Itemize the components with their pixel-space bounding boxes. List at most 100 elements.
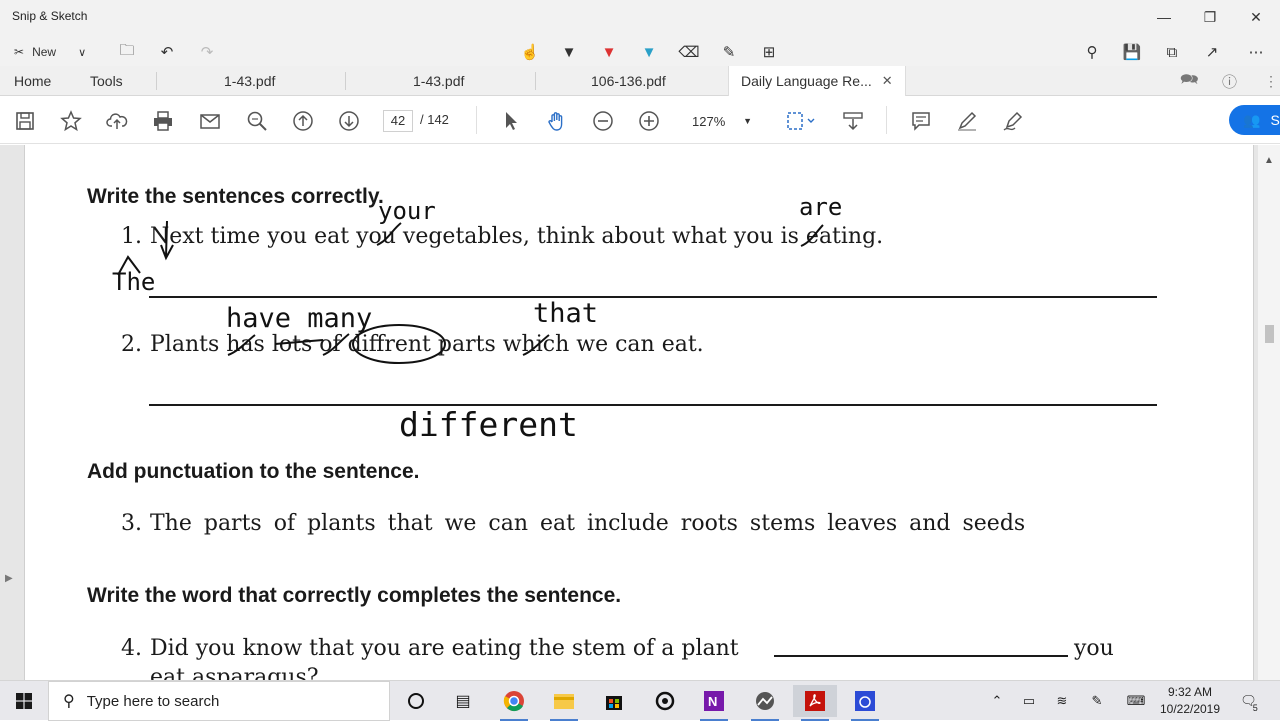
vertical-scrollbar[interactable]: ▲: [1258, 145, 1280, 680]
touch-writing-icon[interactable]: ☝: [517, 40, 543, 64]
expand-panel-icon[interactable]: ▶: [5, 573, 13, 584]
highlight-pen-icon[interactable]: [954, 108, 980, 134]
search-icon[interactable]: [244, 108, 270, 134]
scroll-mode-icon[interactable]: [840, 108, 866, 134]
tab-doc-4-label: Daily Language Re...: [741, 73, 872, 89]
device-icon[interactable]: ▭: [1017, 681, 1041, 721]
search-placeholder: Type here to search: [86, 692, 220, 710]
tab-tools[interactable]: Tools: [90, 69, 123, 93]
notification-count: 5: [1252, 703, 1258, 713]
document-viewport: ▶ Write the sentences correctly. 1. Next…: [0, 145, 1280, 680]
system-clock[interactable]: 9:32 AM 10/22/2019: [1150, 684, 1230, 718]
new-label: New: [32, 45, 57, 59]
zoom-value: 127%: [692, 113, 726, 129]
email-icon[interactable]: [197, 108, 223, 134]
svg-text:N: N: [708, 694, 717, 709]
zoom-in-icon[interactable]: [636, 108, 662, 134]
tab-divider: [156, 72, 157, 90]
zoom-out-icon[interactable]: [590, 108, 616, 134]
page-total: / 142: [420, 112, 449, 127]
more-options-icon[interactable]: ⋯: [1243, 40, 1269, 64]
crop-icon[interactable]: ⊞: [756, 40, 782, 64]
ink-word-are: are: [799, 193, 843, 221]
next-page-icon[interactable]: [336, 108, 362, 134]
upload-cloud-icon[interactable]: [104, 108, 130, 134]
toolbar-divider: [886, 106, 887, 134]
app-title: Snip & Sketch: [12, 9, 88, 23]
file-explorer-icon[interactable]: [542, 685, 586, 721]
ink-word-that: that: [533, 298, 599, 329]
clock-time: 9:32 AM: [1167, 685, 1213, 699]
print-icon[interactable]: [150, 108, 176, 134]
cortana-icon[interactable]: [394, 685, 438, 717]
share-icon[interactable]: ↗: [1199, 40, 1225, 64]
help-icon[interactable]: ⓘ: [1222, 69, 1237, 93]
app-swirl-icon[interactable]: [643, 685, 687, 717]
store-icon[interactable]: [592, 685, 636, 717]
ink-word-the: The: [112, 268, 156, 296]
windows-start-icon[interactable]: [0, 681, 48, 721]
sign-pen-icon[interactable]: [1000, 108, 1026, 134]
pen-workspace-icon[interactable]: ✎: [1085, 681, 1109, 721]
snip-sketch-icon[interactable]: [743, 685, 787, 721]
chevron-down-icon[interactable]: ∨: [78, 46, 86, 59]
restore-icon[interactable]: ❐: [1187, 0, 1233, 34]
add-user-icon: 👥: [1243, 111, 1261, 128]
task-view-icon[interactable]: ▤: [441, 685, 485, 717]
action-center-icon[interactable]: 🗨 5: [1234, 681, 1264, 721]
onenote-icon[interactable]: N: [692, 685, 736, 721]
show-hidden-icons[interactable]: ⌃: [985, 681, 1009, 721]
ink-annotations: [117, 220, 824, 364]
ballpoint-pen-icon[interactable]: ▼: [556, 40, 582, 64]
title-bar: Snip & Sketch — ❐ ✕: [0, 0, 1280, 34]
copy-icon[interactable]: ⧉: [1159, 40, 1185, 64]
snip-icon: ✂: [14, 45, 25, 59]
tab-doc-4[interactable]: Daily Language Re... ✕: [728, 66, 906, 96]
zoom-icon[interactable]: ⚲: [1079, 40, 1105, 64]
minimize-icon[interactable]: —: [1141, 0, 1187, 34]
timer-app-icon[interactable]: [843, 685, 887, 721]
ink-word-have-many: have many: [226, 303, 373, 334]
select-cursor-icon[interactable]: [498, 108, 524, 134]
keyboard-icon[interactable]: ⌨: [1122, 681, 1150, 721]
tab-doc-2[interactable]: 1-43.pdf: [413, 69, 464, 93]
page-fit-icon[interactable]: [782, 108, 818, 134]
hand-tool-icon[interactable]: [544, 108, 570, 134]
save-file-icon[interactable]: [12, 108, 38, 134]
ruler-icon[interactable]: ✎: [716, 40, 742, 64]
redo-icon[interactable]: ↷: [194, 40, 220, 64]
tab-doc-1[interactable]: 1-43.pdf: [224, 69, 275, 93]
toolbar-divider: [476, 106, 477, 134]
acrobat-toolbar: 42 / 142 127% ▼ 👥 S: [0, 96, 1280, 144]
pencil-icon[interactable]: ▼: [596, 40, 622, 64]
tab-doc-3[interactable]: 106-136.pdf: [591, 69, 666, 93]
eraser-icon[interactable]: ⌫: [676, 40, 702, 64]
share-button[interactable]: 👥 S: [1229, 105, 1280, 135]
comment-icon[interactable]: 🗪: [1180, 69, 1199, 93]
wifi-icon[interactable]: ≋: [1050, 681, 1074, 721]
previous-page-icon[interactable]: [290, 108, 316, 134]
page-number-input[interactable]: 42: [383, 110, 413, 132]
more-icon[interactable]: ⋮: [1264, 69, 1278, 93]
scroll-up-icon[interactable]: ▲: [1264, 155, 1274, 166]
ink-word-different: different: [399, 405, 578, 444]
folder-icon[interactable]: 🗀: [114, 40, 140, 64]
chrome-icon[interactable]: [492, 685, 536, 721]
comment-tool-icon[interactable]: [908, 108, 934, 134]
ink-word-your: your: [378, 197, 436, 225]
star-icon[interactable]: [58, 108, 84, 134]
tab-home[interactable]: Home: [14, 69, 51, 93]
save-icon[interactable]: 💾: [1119, 40, 1145, 64]
taskbar-search[interactable]: ⚲ Type here to search: [48, 681, 390, 721]
highlighter-icon[interactable]: ▼: [636, 40, 662, 64]
undo-icon[interactable]: ↶: [154, 40, 180, 64]
acrobat-reader-icon[interactable]: [793, 685, 837, 721]
share-label: S: [1270, 112, 1280, 128]
new-snip-button[interactable]: ✂ New ∨: [14, 40, 104, 64]
close-icon[interactable]: ✕: [1233, 0, 1279, 34]
scroll-thumb[interactable]: [1265, 325, 1274, 343]
close-tab-icon[interactable]: ✕: [882, 73, 893, 89]
zoom-level-select[interactable]: 127% ▼: [680, 110, 758, 132]
taskbar: ⚲ Type here to search ▤ N ⌃ ▭ ≋ ✎ ⌨ 9:32…: [0, 680, 1280, 721]
clock-date: 10/22/2019: [1159, 702, 1221, 716]
